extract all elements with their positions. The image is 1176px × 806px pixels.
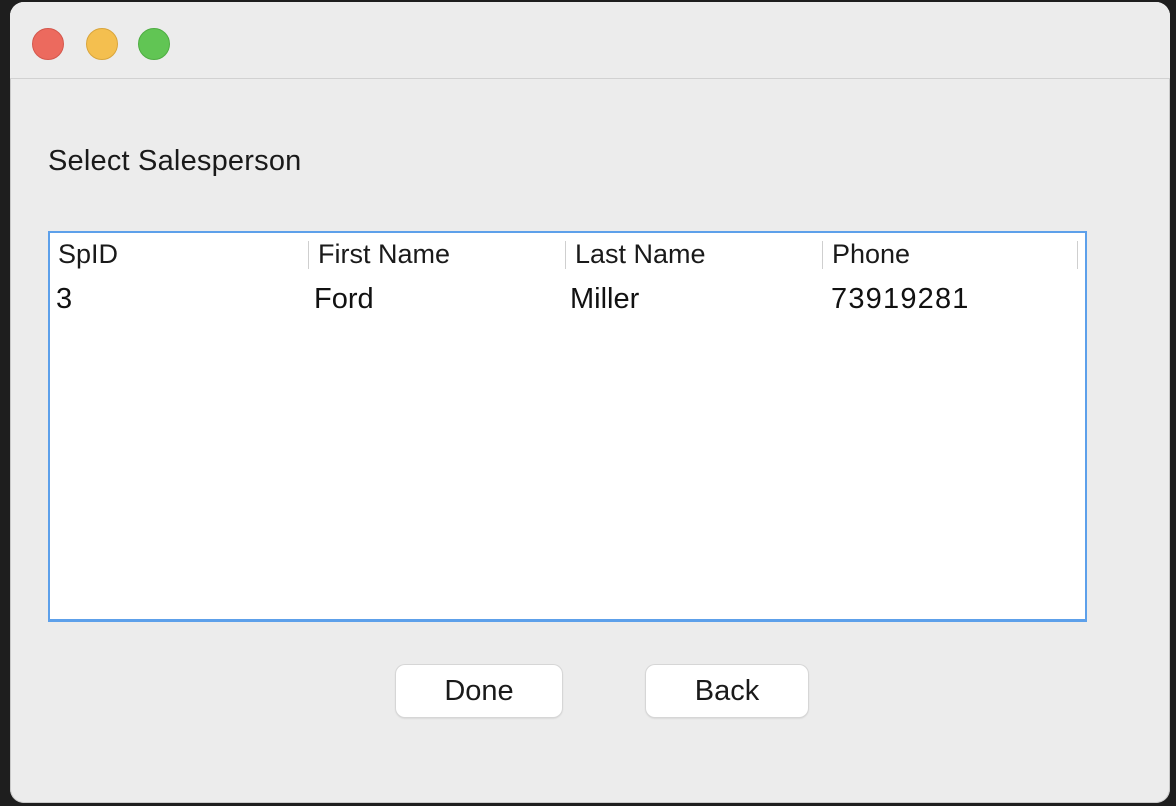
column-divider[interactable] — [1077, 241, 1078, 269]
app-window: Select Salesperson SpID First Name Last … — [10, 2, 1170, 803]
back-button[interactable]: Back — [646, 665, 808, 717]
cell-first-name: Ford — [314, 283, 374, 315]
title-bar[interactable] — [10, 2, 1170, 79]
zoom-window-button[interactable] — [138, 28, 170, 60]
table-header: SpID First Name Last Name Phone — [50, 233, 1085, 277]
column-header-phone[interactable]: Phone — [832, 239, 910, 270]
column-header-first-name[interactable]: First Name — [318, 239, 450, 270]
cell-phone: 73919281 — [831, 283, 970, 315]
column-header-last-name[interactable]: Last Name — [575, 239, 706, 270]
minimize-window-button[interactable] — [86, 28, 118, 60]
cell-spid: 3 — [56, 283, 73, 315]
column-divider[interactable] — [822, 241, 823, 269]
column-divider[interactable] — [565, 241, 566, 269]
salesperson-table[interactable]: SpID First Name Last Name Phone 3 Ford M… — [48, 231, 1087, 622]
page-title: Select Salesperson — [48, 145, 302, 177]
close-window-button[interactable] — [32, 28, 64, 60]
done-button[interactable]: Done — [396, 665, 562, 717]
column-divider[interactable] — [308, 241, 309, 269]
column-header-spid[interactable]: SpID — [58, 239, 118, 270]
cell-last-name: Miller — [570, 283, 640, 315]
table-row[interactable]: 3 Ford Miller 73919281 — [50, 279, 1085, 317]
